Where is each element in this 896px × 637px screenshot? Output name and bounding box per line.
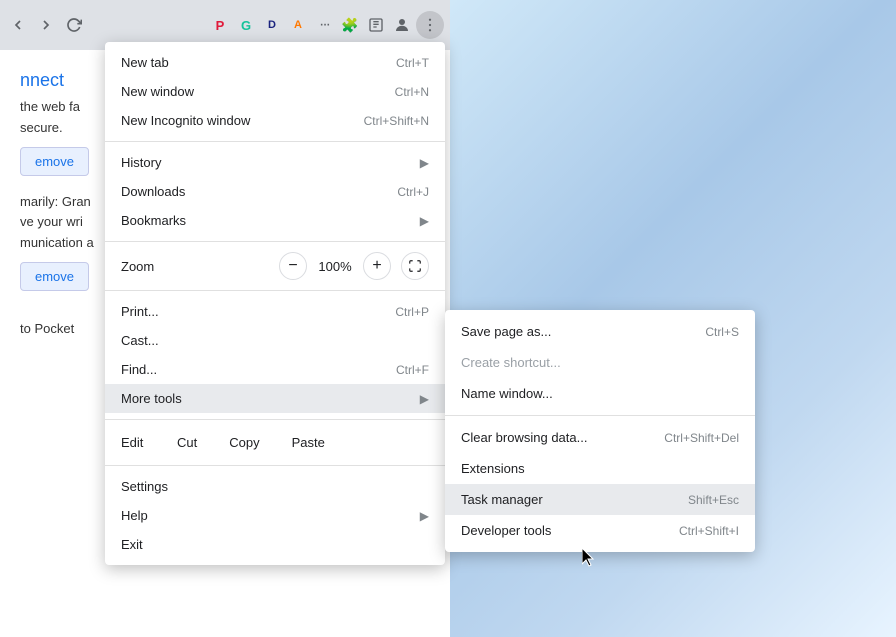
divider-1 [105,141,445,142]
fullscreen-button[interactable] [401,252,429,280]
zoom-row: Zoom − 100% + [105,248,445,284]
reload-button[interactable] [62,13,86,37]
pocket-icon[interactable]: P [208,13,232,37]
back-button[interactable] [6,13,30,37]
submenu-task-manager[interactable]: Task manager Shift+Esc [445,484,755,515]
copy-button[interactable]: Copy [213,430,275,455]
menu-cast[interactable]: Cast... [105,326,445,355]
submenu-name-window[interactable]: Name window... [445,378,755,409]
divider-3 [105,290,445,291]
paste-button[interactable]: Paste [276,430,341,455]
menu-more-tools[interactable]: More tools ▶ [105,384,445,413]
submenu-create-shortcut[interactable]: Create shortcut... [445,347,755,378]
cut-button[interactable]: Cut [161,430,213,455]
menu-find[interactable]: Find... Ctrl+F [105,355,445,384]
grammarly-icon[interactable]: G [234,13,258,37]
menu-new-tab[interactable]: New tab Ctrl+T [105,48,445,77]
submenu-extensions[interactable]: Extensions [445,453,755,484]
divider-4 [105,419,445,420]
submenu-save-page[interactable]: Save page as... Ctrl+S [445,316,755,347]
zoom-out-button[interactable]: − [279,252,307,280]
divider-2 [105,241,445,242]
menu-incognito[interactable]: New Incognito window Ctrl+Shift+N [105,106,445,135]
menu-print[interactable]: Print... Ctrl+P [105,297,445,326]
edit-label: Edit [121,435,161,450]
chrome-menu-button[interactable] [416,11,444,39]
submenu-divider-1 [445,415,755,416]
more-tools-submenu: Save page as... Ctrl+S Create shortcut..… [445,310,755,552]
reading-list-icon[interactable] [364,13,388,37]
submenu-developer-tools[interactable]: Developer tools Ctrl+Shift+I [445,515,755,546]
menu-settings[interactable]: Settings [105,472,445,501]
menu-downloads[interactable]: Downloads Ctrl+J [105,177,445,206]
avatar-icon[interactable] [390,13,414,37]
edit-row: Edit Cut Copy Paste [105,426,445,459]
zoom-controls: − 100% + [279,252,429,280]
extensions-area: P G D A ··· 🧩 [208,11,444,39]
avast-icon[interactable]: A [286,13,310,37]
menu-help[interactable]: Help ▶ [105,501,445,530]
divider-5 [105,465,445,466]
chrome-main-menu: New tab Ctrl+T New window Ctrl+N New Inc… [105,42,445,565]
forward-button[interactable] [34,13,58,37]
remove-btn-2[interactable]: emove [20,262,89,291]
submenu-clear-browsing[interactable]: Clear browsing data... Ctrl+Shift+Del [445,422,755,453]
puzzle-icon[interactable]: 🧩 [338,13,362,37]
zoom-percent: 100% [313,259,357,274]
zoom-in-button[interactable]: + [363,252,391,280]
more-ext-icon[interactable]: ··· [312,13,336,37]
dashlane-icon[interactable]: D [260,13,284,37]
menu-new-window[interactable]: New window Ctrl+N [105,77,445,106]
menu-exit[interactable]: Exit [105,530,445,559]
menu-history[interactable]: History ▶ [105,148,445,177]
menu-bookmarks[interactable]: Bookmarks ▶ [105,206,445,235]
remove-btn-1[interactable]: emove [20,147,89,176]
